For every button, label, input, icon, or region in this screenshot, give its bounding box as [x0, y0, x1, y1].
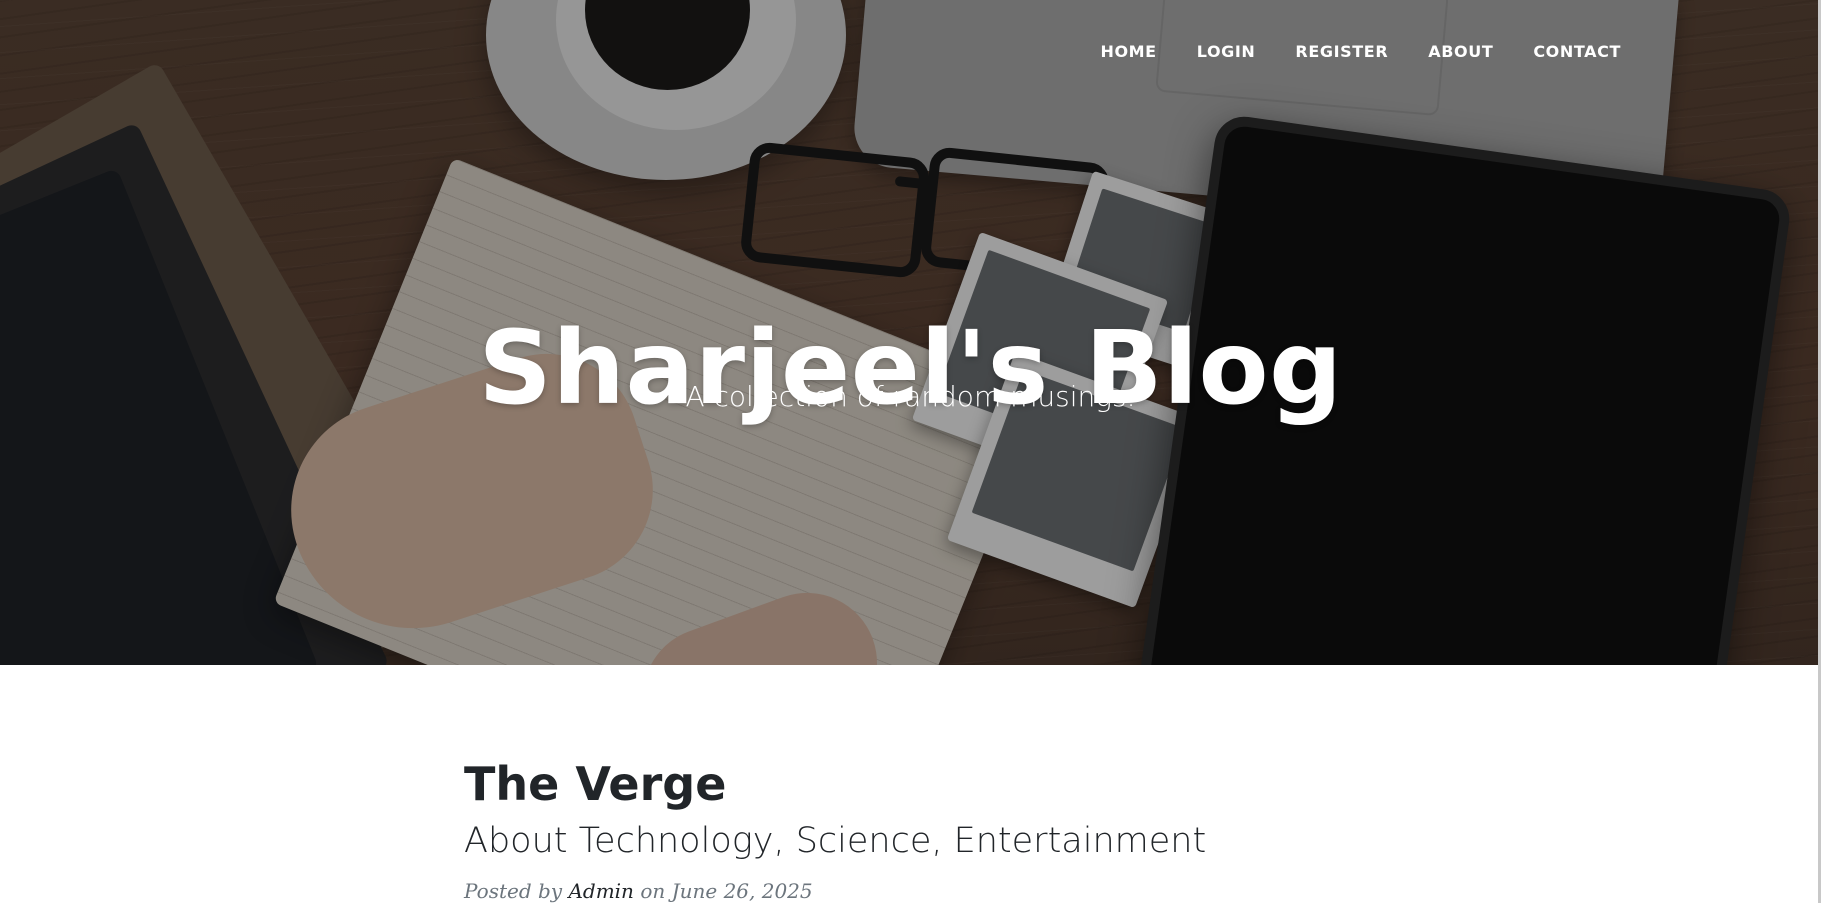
post-title: The Verge: [464, 757, 727, 811]
nav-contact-link[interactable]: CONTACT: [1513, 40, 1641, 63]
hero-header: HOME LOGIN REGISTER ABOUT CONTACT Sharje…: [0, 0, 1821, 665]
post-author-link[interactable]: Admin: [568, 879, 634, 903]
nav-register-link[interactable]: REGISTER: [1275, 40, 1408, 63]
post-list: The Verge About Technology, Science, Ent…: [464, 760, 1564, 903]
nav-login-link[interactable]: LOGIN: [1177, 40, 1276, 63]
post-meta: Posted by Admin on June 26, 2025: [464, 879, 1564, 903]
post-preview: The Verge About Technology, Science, Ent…: [464, 760, 1564, 903]
post-subtitle: About Technology, Science, Entertainment: [464, 821, 1207, 862]
page: HOME LOGIN REGISTER ABOUT CONTACT Sharje…: [0, 0, 1821, 903]
post-meta-date: on June 26, 2025: [640, 878, 813, 903]
site-subtitle: A collection of random musings.: [685, 380, 1136, 413]
main-nav: HOME LOGIN REGISTER ABOUT CONTACT: [1080, 40, 1641, 63]
nav-home-link[interactable]: HOME: [1080, 40, 1176, 63]
post-meta-prefix: Posted by: [464, 878, 563, 903]
post-link[interactable]: The Verge About Technology, Science, Ent…: [464, 760, 1564, 861]
nav-about-link[interactable]: ABOUT: [1408, 40, 1513, 63]
